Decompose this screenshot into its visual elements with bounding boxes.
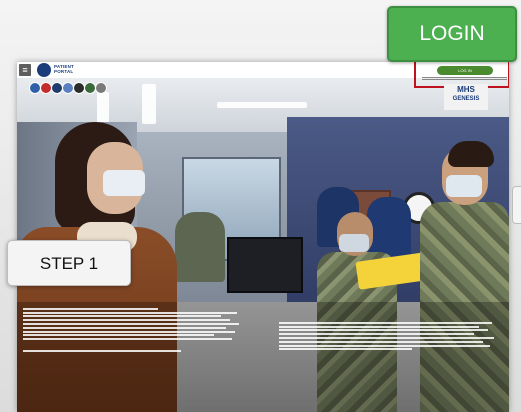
- seal-icon: [37, 63, 51, 77]
- tutorial-stage: ≡ PATIENT PORTAL LOG IN MHS GENESIS LOGI…: [0, 0, 521, 412]
- hamburger-icon[interactable]: ≡: [19, 64, 31, 76]
- service-badges: [29, 82, 109, 94]
- ceiling-light: [142, 84, 156, 124]
- step-1-callout: STEP 1: [7, 240, 131, 286]
- background-staff: [175, 212, 225, 282]
- site-header: ≡ PATIENT PORTAL LOG IN: [17, 62, 509, 88]
- info-text-block: [279, 320, 501, 380]
- dha-badge-icon: [95, 82, 107, 94]
- mhs-genesis-logo: MHS GENESIS: [444, 84, 488, 110]
- logo-text: PATIENT PORTAL: [54, 64, 74, 74]
- patient-portal-screenshot: ≡ PATIENT PORTAL LOG IN MHS GENESIS: [17, 62, 509, 412]
- next-step-tab[interactable]: [512, 186, 521, 224]
- intro-text-block: [23, 306, 248, 376]
- computer-monitor: [227, 237, 303, 293]
- patient-portal-logo[interactable]: PATIENT PORTAL: [37, 63, 95, 77]
- login-callout-button[interactable]: LOGIN: [387, 6, 517, 62]
- ceiling-light: [217, 102, 307, 108]
